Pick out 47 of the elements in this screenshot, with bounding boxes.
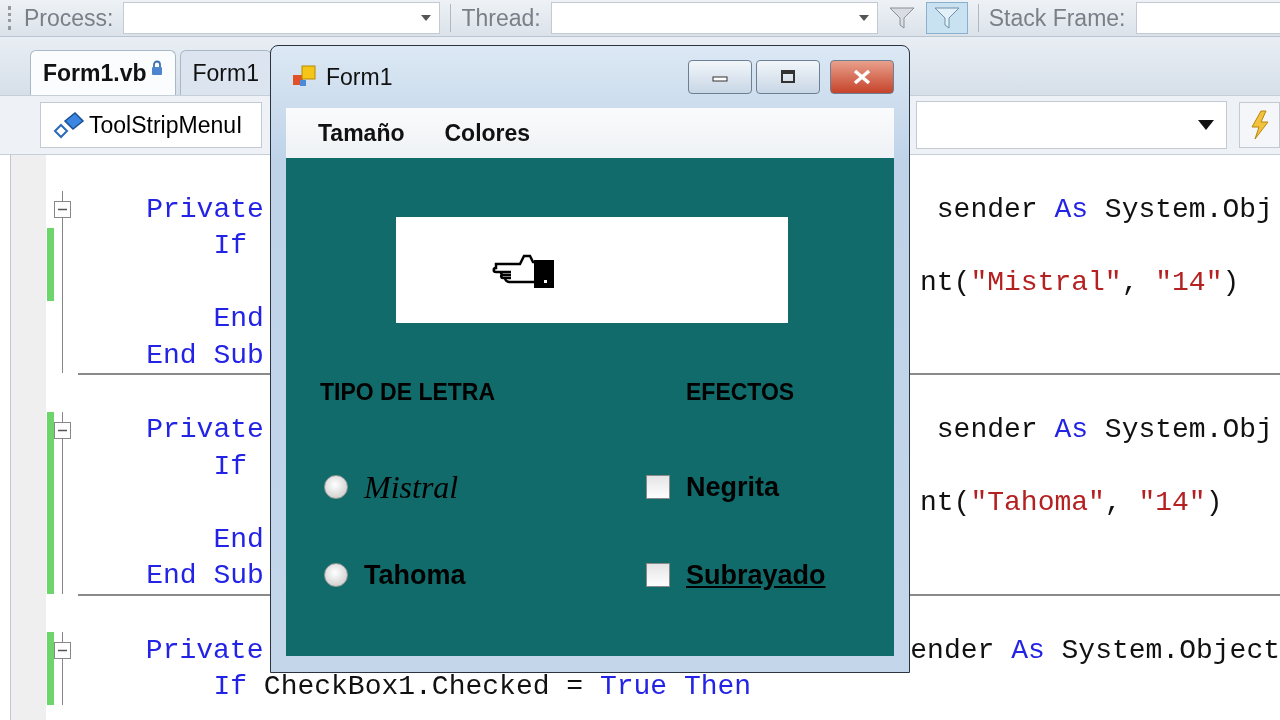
checkbox[interactable] xyxy=(646,563,670,587)
code-line: End xyxy=(212,303,264,335)
group-label: EFECTOS xyxy=(686,379,796,407)
stack-frame-label: Stack Frame: xyxy=(988,4,1126,32)
checkbox[interactable] xyxy=(646,475,670,499)
thread-label: Thread: xyxy=(461,4,541,32)
radio-button[interactable] xyxy=(324,563,348,587)
close-icon xyxy=(851,69,873,85)
filter-toggle-button[interactable] xyxy=(925,2,968,34)
collapse-icon[interactable] xyxy=(54,421,71,439)
code-line: End Sub xyxy=(145,339,264,371)
code-line: End Sub xyxy=(145,560,264,591)
maximize-icon xyxy=(778,69,798,85)
code-line: nt("Tahoma", "14") xyxy=(920,487,1223,519)
document-tab[interactable]: Form1 xyxy=(179,50,272,95)
text-input-field[interactable] xyxy=(396,217,788,323)
events-button[interactable] xyxy=(1239,102,1280,148)
menu-item[interactable]: Tamaño xyxy=(318,119,405,147)
collapse-icon[interactable] xyxy=(54,201,71,219)
code-line: Private xyxy=(144,634,264,666)
code-line: Private xyxy=(145,194,264,226)
menu-item[interactable]: Colores xyxy=(444,119,531,147)
code-line: If xyxy=(212,230,248,262)
dropdown-arrow-icon xyxy=(421,15,432,21)
lightning-icon xyxy=(1248,110,1271,140)
code-line: If CheckBox1.Checked = True Then xyxy=(212,671,752,703)
code-line: If xyxy=(212,450,248,482)
process-label: Process: xyxy=(24,4,114,32)
radio-button[interactable] xyxy=(324,475,348,499)
component-icon xyxy=(51,111,85,139)
close-button[interactable] xyxy=(830,60,894,94)
document-tab[interactable]: Form1.vb xyxy=(30,50,176,95)
collapse-icon[interactable] xyxy=(53,642,71,660)
group-label: TIPO DE LETRA xyxy=(320,379,497,407)
minimize-button[interactable] xyxy=(688,60,752,94)
code-line: Private xyxy=(145,414,264,446)
code-line: sender As System.Obj xyxy=(935,414,1273,446)
filter-icon[interactable] xyxy=(887,5,916,31)
window-title: Form1 xyxy=(326,63,393,91)
code-line: nt("Mistral", "14") xyxy=(920,266,1240,298)
code-line: ender As System.Object xyxy=(910,634,1280,666)
dropdown-arrow-icon xyxy=(858,15,869,21)
code-line: sender As System.Obj xyxy=(935,194,1273,226)
maximize-button[interactable] xyxy=(756,60,820,94)
code-line: End xyxy=(212,523,264,555)
dropdown-arrow-icon xyxy=(1198,120,1215,130)
member-dropdown[interactable]: ToolStripMenuI xyxy=(40,102,262,148)
